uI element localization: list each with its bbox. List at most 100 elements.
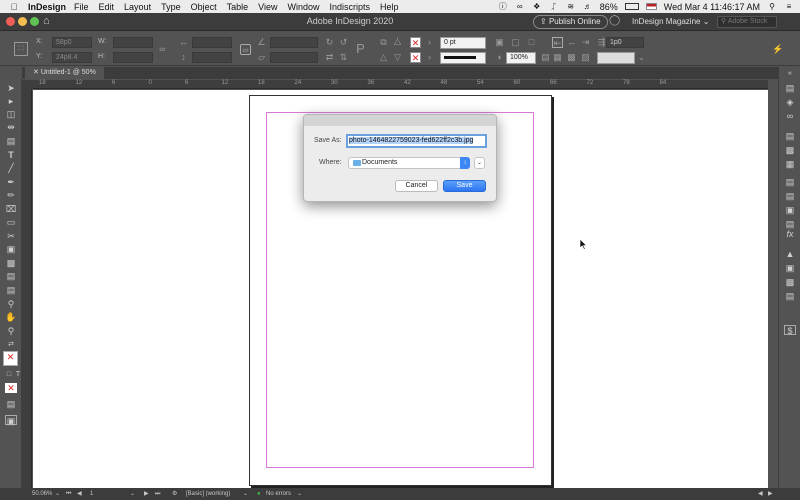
constrain-proportions-icon[interactable]: ∞: [157, 44, 168, 55]
select-container-icon[interactable]: ⧉: [378, 37, 389, 48]
type-tool-icon[interactable]: T: [5, 150, 17, 160]
gap-field[interactable]: 1p0: [606, 37, 644, 48]
shear-icon[interactable]: ▱: [256, 52, 267, 63]
horizontal-ruler[interactable]: 18 12 6 0 6 12 18 24 30 36 42 48 54 60 66 72 78 84: [33, 80, 768, 89]
width-field[interactable]: [113, 37, 153, 48]
search-icon[interactable]: ⚲: [767, 2, 777, 11]
rectangle-tool-icon[interactable]: ▭: [5, 217, 17, 227]
scale-x-field[interactable]: [192, 37, 232, 48]
quick-apply-icon[interactable]: ⚡: [772, 44, 783, 55]
adobe-stock-search[interactable]: ⚲ Adobe Stock: [717, 16, 777, 28]
status-info-icon[interactable]: ⓘ: [498, 2, 508, 11]
opacity-field[interactable]: 100%: [506, 52, 536, 64]
gap-tool-icon[interactable]: ⇹: [5, 122, 17, 132]
rotate-p-icon[interactable]: P: [355, 42, 366, 55]
menu-table[interactable]: Table: [227, 2, 249, 12]
screen-mode-icon[interactable]: ▤: [5, 399, 17, 409]
rotate-ccw-icon[interactable]: ↺: [338, 37, 349, 48]
zoom-dropdown-icon[interactable]: ⌄: [55, 488, 60, 500]
battery-icon[interactable]: [624, 3, 639, 10]
content-collector-icon[interactable]: ▤: [5, 136, 17, 146]
collapse-panels-icon[interactable]: «: [784, 69, 796, 79]
where-dropdown[interactable]: Documents ↕: [348, 157, 470, 169]
stroke-menu-icon[interactable]: ›: [424, 52, 435, 63]
flip-vertical-icon[interactable]: ⇅: [338, 52, 349, 63]
vertical-ruler[interactable]: [22, 89, 32, 488]
eyedropper-tool-icon[interactable]: ⚲: [5, 299, 17, 309]
grid-layout-icon[interactable]: ▩: [566, 52, 577, 63]
paragraph-styles-icon[interactable]: ▤: [784, 177, 796, 187]
filename-input[interactable]: photo-1464822759023-fed622ff2c3b.jpg: [346, 134, 487, 148]
text-wrap-icon[interactable]: ▣: [494, 37, 505, 48]
preflight-profile-icon[interactable]: ⚙: [172, 488, 177, 500]
free-transform-tool-icon[interactable]: ▣: [5, 244, 17, 254]
gradient-swatch-tool-icon[interactable]: ▩: [5, 258, 17, 268]
flip-horizontal-icon[interactable]: ⇄: [324, 52, 335, 63]
scissors-tool-icon[interactable]: ✂: [5, 231, 17, 241]
menu-file[interactable]: File: [74, 2, 89, 12]
text-wrap-panel-icon[interactable]: ▣: [784, 205, 796, 215]
fill-menu-icon[interactable]: ›: [424, 37, 435, 48]
effects-panel-icon[interactable]: fx: [784, 229, 796, 239]
menu-type[interactable]: Type: [161, 2, 181, 12]
scale-x-icon[interactable]: ↔: [178, 37, 189, 48]
auto-fit-icon[interactable]: ▦: [552, 52, 563, 63]
hand-tool-icon[interactable]: ✋: [5, 312, 17, 322]
previous-page-icon[interactable]: ◀: [77, 488, 82, 500]
menubar-clock[interactable]: Wed Mar 4 11:46:17 AM: [664, 2, 760, 12]
scale-y-field[interactable]: [192, 52, 232, 63]
align-left-icon[interactable]: ⇤: [552, 37, 563, 48]
scroll-left-icon[interactable]: ◀: [758, 488, 763, 500]
wifi-icon[interactable]: ≋: [566, 2, 576, 11]
shear-field[interactable]: [270, 52, 318, 63]
page-tool-icon[interactable]: ◫: [5, 109, 17, 119]
align-center-icon[interactable]: ↔: [566, 37, 577, 48]
stroke-panel-icon[interactable]: ▤: [784, 131, 796, 141]
error-status[interactable]: No errors: [266, 488, 291, 500]
rotate-icon[interactable]: ∠: [256, 37, 267, 48]
app-menu[interactable]: InDesign: [28, 2, 66, 12]
ruler-origin[interactable]: [22, 80, 33, 89]
apple-menu-icon[interactable]: : [6, 2, 22, 12]
workspace-switcher[interactable]: InDesign Magazine ⌄: [632, 17, 709, 26]
link-scale-icon[interactable]: ∞: [240, 44, 251, 55]
frame-fitting-icon[interactable]: ▢: [510, 37, 521, 48]
rotate-cw-icon[interactable]: ↻: [324, 37, 335, 48]
layers-panel-icon[interactable]: ◈: [784, 97, 796, 107]
scroll-right-icon[interactable]: ▶: [768, 488, 773, 500]
object-style-arrow-icon[interactable]: ⌄: [636, 52, 647, 63]
menu-view[interactable]: View: [258, 2, 277, 12]
note-tool-icon[interactable]: ▤: [5, 285, 17, 295]
fill-swatch-icon[interactable]: ✕: [410, 37, 421, 48]
notification-center-icon[interactable]: ≡: [784, 2, 794, 11]
dropbox-icon[interactable]: ❖: [532, 2, 542, 11]
creative-cloud-icon[interactable]: ∞: [515, 2, 525, 11]
stroke-weight-field[interactable]: 0 pt: [440, 37, 486, 49]
y-position-field[interactable]: 24p8.4: [52, 52, 92, 63]
gradient-feather-tool-icon[interactable]: ▤: [5, 271, 17, 281]
bluetooth-icon[interactable]: ᛢ: [549, 2, 559, 11]
last-page-icon[interactable]: ⏭: [155, 488, 160, 500]
error-dropdown-icon[interactable]: ⌄: [297, 488, 302, 500]
drop-shadow-icon[interactable]: ▤: [540, 52, 551, 63]
dropdown-arrows-icon[interactable]: ↕: [460, 157, 470, 169]
apply-none-icon[interactable]: ✕: [5, 383, 17, 393]
line-tool-icon[interactable]: ╱: [5, 163, 17, 173]
select-next-icon[interactable]: ▽: [392, 52, 403, 63]
links-panel-icon[interactable]: ∞: [784, 111, 796, 121]
stroke-swatch-icon[interactable]: ✕: [410, 52, 421, 63]
fit-content-icon[interactable]: □: [526, 37, 537, 48]
preflight-dropdown-icon[interactable]: ⌄: [243, 488, 248, 500]
scripts-panel-icon[interactable]: $: [784, 325, 796, 336]
menu-window[interactable]: Window: [287, 2, 319, 12]
rotation-field[interactable]: [270, 37, 318, 48]
align-right-icon[interactable]: ⇥: [580, 37, 591, 48]
color-panel-icon[interactable]: ▩: [784, 145, 796, 155]
first-page-icon[interactable]: ⏮: [66, 488, 71, 500]
table-styles-icon[interactable]: ▩: [784, 277, 796, 287]
object-styles-icon[interactable]: ▣: [784, 263, 796, 273]
scale-y-icon[interactable]: ↕: [178, 52, 189, 63]
expand-dialog-button[interactable]: ⌄: [474, 157, 485, 169]
volume-icon[interactable]: ♬: [583, 2, 593, 11]
preflight-profile[interactable]: [Basic] (working): [186, 488, 230, 500]
